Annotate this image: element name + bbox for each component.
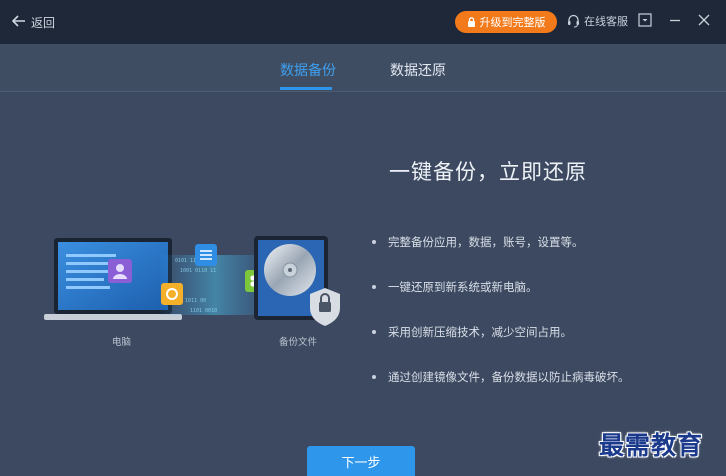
close-button[interactable] bbox=[697, 13, 713, 29]
lock-icon bbox=[467, 17, 475, 27]
padlock-icon bbox=[310, 288, 340, 326]
tab-data-restore[interactable]: 数据还原 bbox=[390, 60, 446, 80]
feature-text: 采用创新压缩技术，减少空间占用。 bbox=[388, 325, 572, 339]
svg-text:1101 0010: 1101 0010 bbox=[190, 308, 217, 314]
backup-file-caption: 备份文件 bbox=[279, 337, 318, 348]
bullet-icon bbox=[372, 330, 376, 334]
svg-text:1001 0110 11: 1001 0110 11 bbox=[180, 268, 216, 274]
feature-list: 完整备份应用，数据，账号，设置等。 一键还原到新系统或新电脑。 采用创新压缩技术… bbox=[372, 234, 712, 414]
active-tab-indicator bbox=[280, 87, 332, 90]
settings-icon bbox=[161, 283, 183, 305]
back-label: 返回 bbox=[31, 15, 56, 30]
online-service-button[interactable]: 在线客服 bbox=[567, 13, 628, 29]
list-item: 完整备份应用，数据，账号，设置等。 bbox=[372, 234, 712, 279]
bullet-icon bbox=[372, 240, 376, 244]
close-icon bbox=[698, 14, 710, 26]
next-step-button[interactable]: 下一步 bbox=[307, 446, 415, 476]
backup-illustration: 0101 1100 01 1001 0110 11 0110 1011 00 1… bbox=[40, 230, 350, 350]
computer-caption: 电脑 bbox=[112, 337, 132, 348]
title-bar: 返回 升级到完整版 在线客服 bbox=[0, 0, 726, 44]
upgrade-label: 升级到完整版 bbox=[479, 16, 546, 29]
online-service-label: 在线客服 bbox=[584, 15, 628, 28]
tab-bar: 数据备份 数据还原 bbox=[0, 44, 726, 92]
watermark: 最需教育 bbox=[599, 431, 704, 460]
bullet-icon bbox=[372, 375, 376, 379]
feature-text: 完整备份应用，数据，账号，设置等。 bbox=[388, 235, 584, 249]
upgrade-button[interactable]: 升级到完整版 bbox=[455, 11, 557, 33]
tab-data-backup[interactable]: 数据备份 bbox=[280, 60, 336, 80]
back-button[interactable]: 返回 bbox=[11, 14, 56, 31]
dropdown-icon bbox=[638, 13, 652, 27]
list-item: 一键还原到新系统或新电脑。 bbox=[372, 279, 712, 324]
feature-text: 一键还原到新系统或新电脑。 bbox=[388, 280, 538, 294]
page-headline: 一键备份，立即还原 bbox=[389, 160, 587, 184]
minimize-icon bbox=[670, 19, 680, 22]
list-item: 通过创建镜像文件，备份数据以防止病毒破坏。 bbox=[372, 369, 712, 414]
menu-dropdown-button[interactable] bbox=[638, 13, 654, 29]
minimize-button[interactable] bbox=[668, 13, 684, 29]
list-item: 采用创新压缩技术，减少空间占用。 bbox=[372, 324, 712, 369]
bullet-icon bbox=[372, 285, 376, 289]
headset-icon bbox=[568, 14, 579, 28]
back-arrow-icon bbox=[11, 14, 26, 30]
feature-text: 通过创建镜像文件，备份数据以防止病毒破坏。 bbox=[388, 370, 630, 384]
